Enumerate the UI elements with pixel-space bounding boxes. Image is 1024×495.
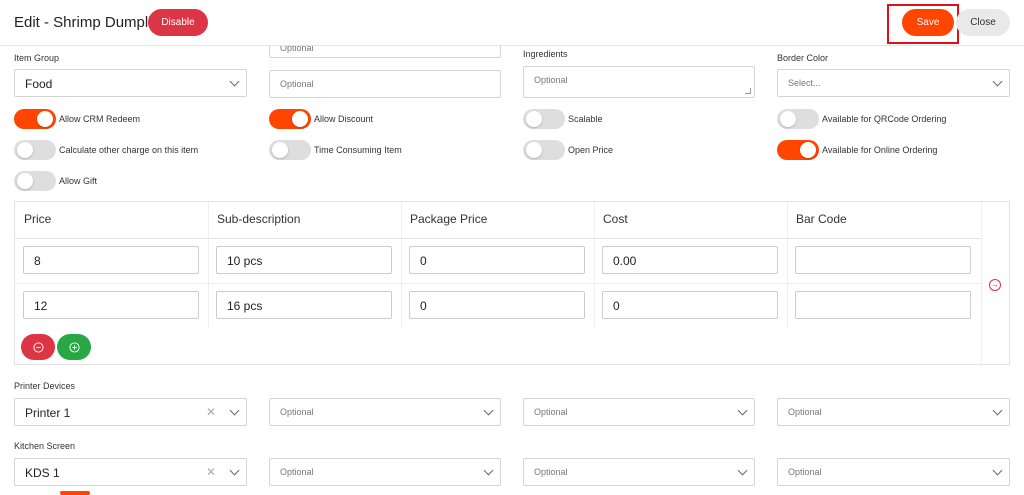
header-bar: Edit - Shrimp Dumpling Disable Save Clos… (0, 0, 1024, 46)
save-button[interactable]: Save (902, 9, 954, 36)
kitchen-optional-select[interactable]: Optional (523, 458, 755, 486)
calculate-other-charge-toggle[interactable] (14, 140, 56, 160)
qrcode-ordering-toggle[interactable] (777, 109, 819, 129)
optional-field[interactable]: Optional (269, 70, 501, 98)
edit-item-page: Edit - Shrimp Dumpling Disable Save Clos… (0, 0, 1024, 495)
column-divider (981, 202, 982, 366)
package-price-input[interactable]: 0 (409, 291, 585, 319)
cost-input[interactable]: 0 (602, 291, 778, 319)
column-header-bar-code: Bar Code (796, 212, 847, 226)
toggle-label: Calculate other charge on this item (59, 145, 199, 155)
allow-gift-toggle[interactable] (14, 171, 56, 191)
add-row-button[interactable] (57, 334, 91, 360)
package-price-input[interactable]: 0 (409, 246, 585, 274)
toggle-label: Allow CRM Redeem (59, 114, 141, 124)
item-group-label: Item Group (14, 53, 60, 63)
price-input[interactable]: 8 (23, 246, 199, 274)
price-table: Price Sub-description Package Price Cost… (14, 201, 1010, 366)
open-price-toggle[interactable] (523, 140, 565, 160)
kitchen-optional-select[interactable]: Optional (269, 458, 501, 486)
bar-code-input[interactable] (795, 246, 971, 274)
printer-optional-select[interactable]: Optional (523, 398, 755, 426)
chevron-down-icon (737, 465, 748, 476)
printer-optional-select[interactable]: Optional (777, 398, 1010, 426)
border-color-select[interactable]: Select... (777, 69, 1010, 97)
border-color-label: Border Color (777, 53, 829, 63)
resize-handle-icon[interactable] (745, 88, 751, 94)
chevron-down-icon (992, 76, 1003, 87)
chevron-down-icon (737, 405, 748, 416)
header-divider (15, 238, 981, 239)
sub-description-input[interactable]: 16 pcs (216, 291, 392, 319)
column-header-package-price: Package Price (410, 212, 488, 226)
chevron-down-icon (483, 405, 494, 416)
toggle-label: Available for QRCode Ordering (822, 114, 947, 124)
column-divider (208, 202, 209, 328)
printer-optional-select[interactable]: Optional (269, 398, 501, 426)
chevron-down-icon (992, 465, 1003, 476)
toggle-label: Allow Gift (59, 176, 98, 186)
column-header-cost: Cost (603, 212, 628, 226)
ingredients-textarea[interactable]: Optional (523, 66, 755, 98)
column-header-price: Price (24, 212, 52, 226)
toggle-label: Available for Online Ordering (822, 145, 938, 155)
kitchen-screen-select[interactable]: KDS 1 ✕ (14, 458, 247, 486)
column-divider (401, 202, 402, 328)
printer-device-select[interactable]: Printer 1 ✕ (14, 398, 247, 426)
column-divider (787, 202, 788, 328)
chevron-down-icon (229, 76, 240, 87)
allow-crm-redeem-toggle[interactable] (14, 109, 56, 129)
toggle-label: Allow Discount (314, 114, 374, 124)
online-ordering-toggle[interactable] (777, 140, 819, 160)
remove-row-button[interactable] (21, 334, 55, 360)
row-divider (15, 283, 981, 284)
time-consuming-item-toggle[interactable] (269, 140, 311, 160)
chevron-down-icon (483, 465, 494, 476)
minus-circle-icon (32, 341, 44, 353)
toggle-label: Scalable (568, 114, 603, 124)
price-input[interactable]: 12 (23, 291, 199, 319)
column-divider (594, 202, 595, 328)
arrow-right-circle-icon[interactable]: → (989, 279, 1001, 291)
printer-devices-label: Printer Devices (14, 381, 76, 391)
cost-input[interactable]: 0.00 (602, 246, 778, 274)
clear-icon[interactable]: ✕ (206, 465, 216, 479)
kitchen-optional-select[interactable]: Optional (777, 458, 1010, 486)
ingredients-label: Ingredients (523, 49, 568, 59)
bar-code-input[interactable] (795, 291, 971, 319)
column-header-sub-description: Sub-description (217, 212, 301, 226)
chevron-down-icon (229, 465, 240, 476)
chevron-down-icon (992, 405, 1003, 416)
bottom-accent-bar (60, 491, 90, 495)
allow-discount-toggle[interactable] (269, 109, 311, 129)
item-group-select[interactable]: Food (14, 69, 247, 97)
scalable-toggle[interactable] (523, 109, 565, 129)
chevron-down-icon (229, 405, 240, 416)
sub-description-input[interactable]: 10 pcs (216, 246, 392, 274)
close-button[interactable]: Close (956, 9, 1010, 36)
clear-icon[interactable]: ✕ (206, 405, 216, 419)
disable-button[interactable]: Disable (148, 9, 208, 36)
toggle-label: Open Price (568, 145, 614, 155)
page-title: Edit - Shrimp Dumpling (14, 14, 169, 31)
kitchen-screen-label: Kitchen Screen (14, 441, 76, 451)
toggle-label: Time Consuming Item (314, 145, 402, 155)
plus-circle-icon (68, 341, 80, 353)
